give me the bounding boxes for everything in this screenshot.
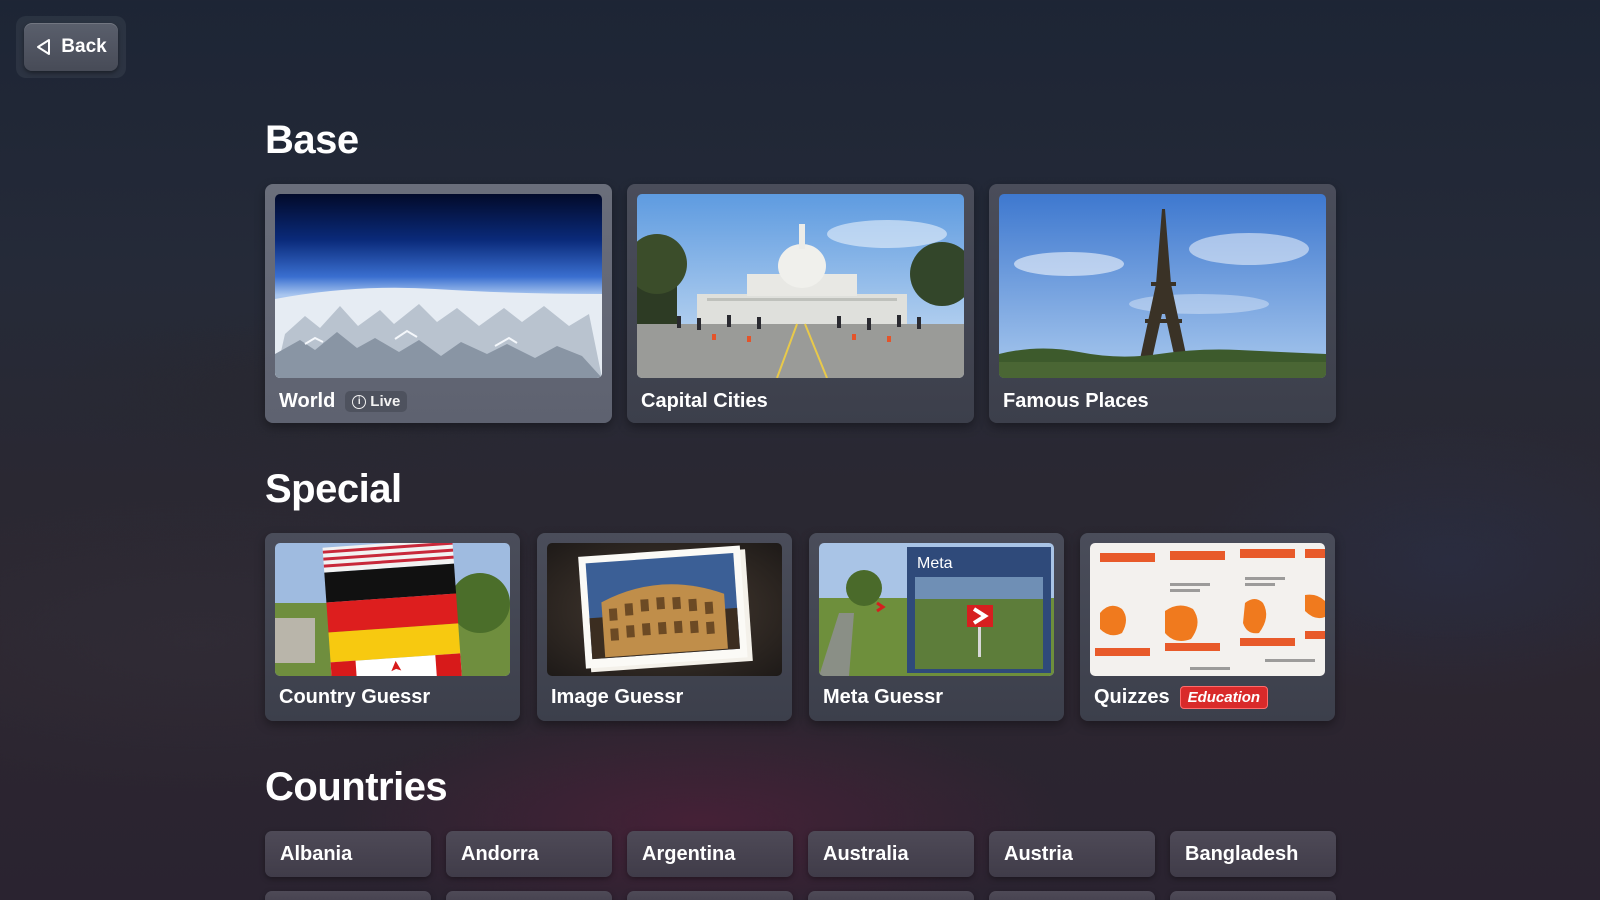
mode-card-meta-guessr[interactable]: Meta Meta Guessr xyxy=(809,533,1064,721)
country-button-next-row[interactable] xyxy=(627,891,793,900)
country-button-australia[interactable]: Australia xyxy=(808,831,974,877)
capital-cities-thumbnail xyxy=(637,194,964,378)
famous-places-thumbnail xyxy=(999,194,1326,378)
mode-card-capital-cities[interactable]: Capital Cities xyxy=(627,184,974,423)
country-button-albania[interactable]: Albania xyxy=(265,831,431,877)
famous-places-label: Famous Places xyxy=(1003,390,1149,412)
info-icon: i xyxy=(352,394,367,409)
back-button-frame: Back xyxy=(16,16,126,78)
quizzes-thumbnail xyxy=(1090,543,1325,676)
meta-thumb-text: Meta xyxy=(917,555,953,572)
mode-card-world[interactable]: World i Live xyxy=(265,184,612,423)
country-button-argentina[interactable]: Argentina xyxy=(627,831,793,877)
back-label: Back xyxy=(61,36,107,57)
quizzes-label: Quizzes xyxy=(1094,686,1170,708)
live-badge: i Live xyxy=(345,391,408,412)
country-button-austria[interactable]: Austria xyxy=(989,831,1155,877)
capital-cities-label: Capital Cities xyxy=(641,390,768,412)
country-guessr-thumbnail xyxy=(275,543,510,676)
section-title-special: Special xyxy=(265,467,402,511)
country-button-next-row[interactable] xyxy=(989,891,1155,900)
country-button-next-row[interactable] xyxy=(808,891,974,900)
country-button-bangladesh[interactable]: Bangladesh xyxy=(1170,831,1336,877)
triangle-left-icon xyxy=(37,39,51,55)
world-thumbnail xyxy=(275,194,602,378)
mode-card-country-guessr[interactable]: Country Guessr xyxy=(265,533,520,721)
image-guessr-label: Image Guessr xyxy=(551,686,684,708)
section-title-countries: Countries xyxy=(265,765,448,809)
live-badge-text: Live xyxy=(370,393,401,410)
country-button-next-row[interactable] xyxy=(265,891,431,900)
section-title-base: Base xyxy=(265,118,359,162)
mode-card-famous-places[interactable]: Famous Places xyxy=(989,184,1336,423)
country-button-next-row[interactable] xyxy=(1170,891,1336,900)
mode-card-quizzes[interactable]: Quizzes Education xyxy=(1080,533,1335,721)
mode-card-image-guessr[interactable]: Image Guessr xyxy=(537,533,792,721)
country-button-andorra[interactable]: Andorra xyxy=(446,831,612,877)
image-guessr-thumbnail xyxy=(547,543,782,676)
meta-guessr-thumbnail: Meta xyxy=(819,543,1054,676)
education-badge: Education xyxy=(1179,686,1269,709)
back-button[interactable]: Back xyxy=(24,23,118,71)
country-button-next-row[interactable] xyxy=(446,891,612,900)
country-guessr-label: Country Guessr xyxy=(279,686,431,708)
meta-guessr-label: Meta Guessr xyxy=(823,686,944,708)
world-label: World xyxy=(279,390,336,412)
